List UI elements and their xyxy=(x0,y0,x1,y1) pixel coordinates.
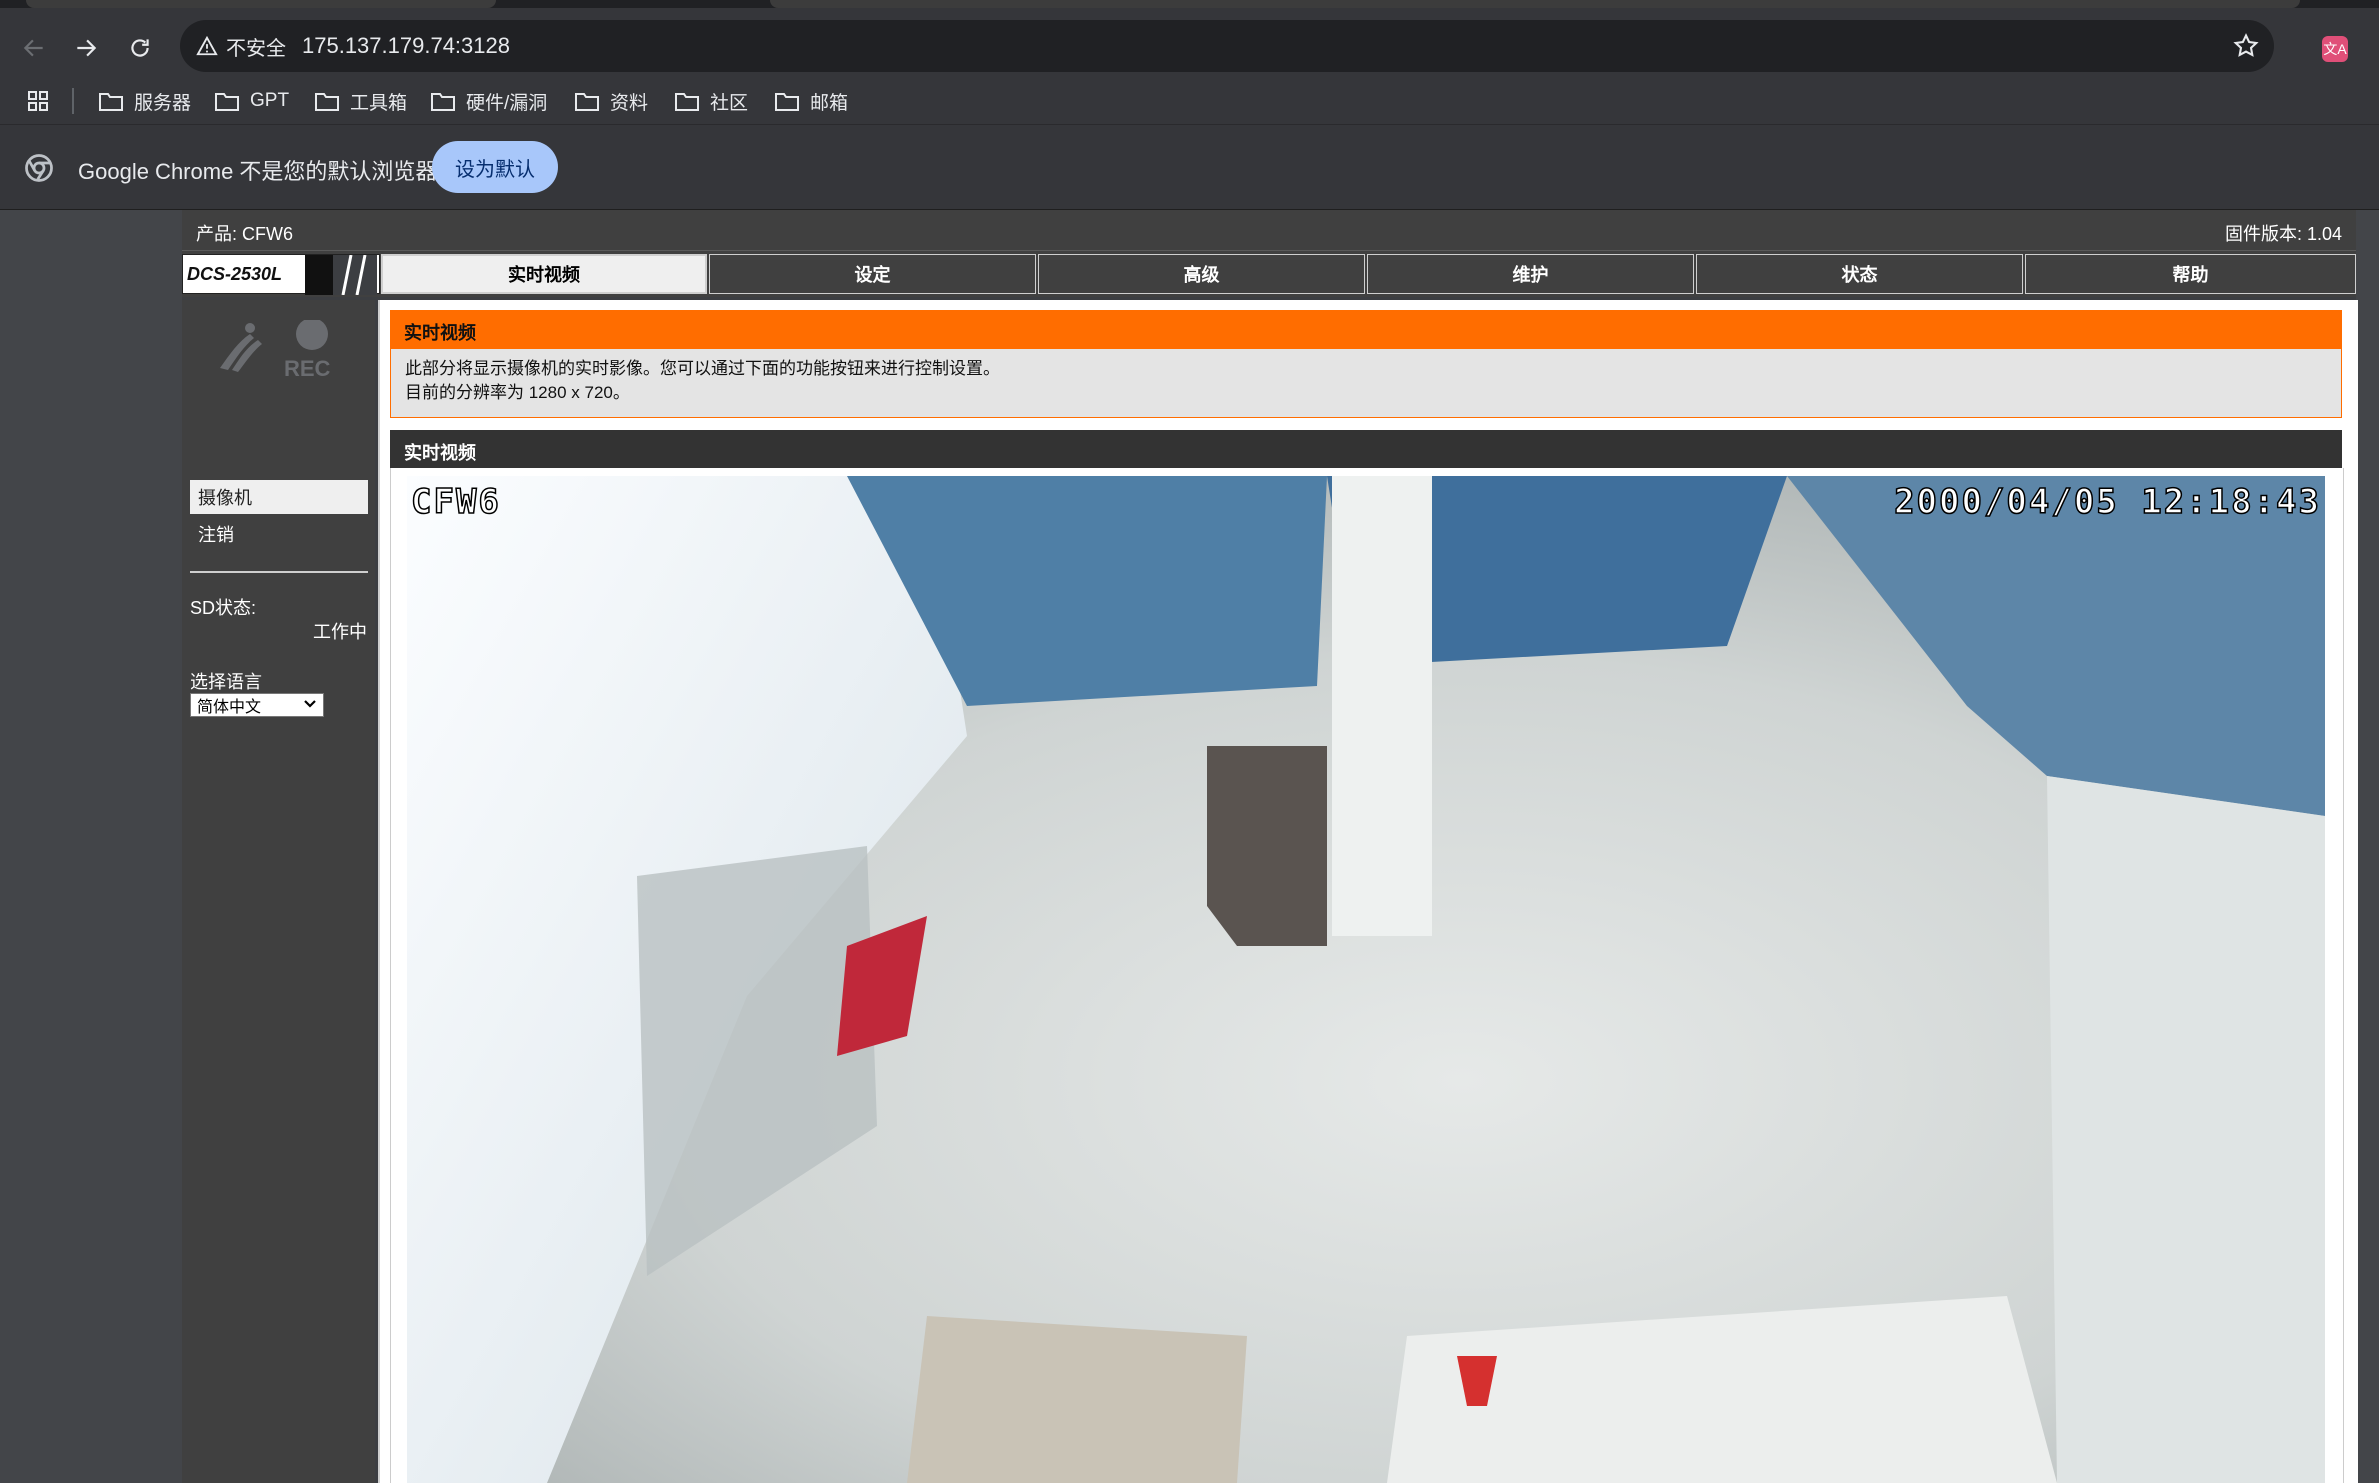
tab-advanced[interactable]: 高级 xyxy=(1038,254,1365,294)
infobar-message: Google Chrome 不是您的默认浏览器 xyxy=(78,159,438,184)
folder-icon xyxy=(315,93,339,111)
bookmark-folder[interactable]: 资料 xyxy=(574,87,648,115)
language-selected: 简体中文 xyxy=(197,699,262,716)
tab-help[interactable]: 帮助 xyxy=(2025,254,2356,294)
default-browser-infobar: Google Chrome 不是您的默认浏览器 设为默认 xyxy=(0,125,2379,210)
back-button[interactable] xyxy=(14,28,54,68)
bookmark-folder[interactable]: GPT xyxy=(214,87,289,115)
live-video-feed[interactable]: CFW6 2000/04/05 12:18:43 xyxy=(407,476,2325,1483)
firmware-version: 固件版本: 1.04 xyxy=(2224,224,2342,244)
model-logo: DCS-2530L xyxy=(182,254,380,295)
security-label: 不安全 xyxy=(226,37,286,60)
bookmark-star-icon[interactable] xyxy=(2232,32,2260,60)
sidebar-item-camera[interactable]: 摄像机 xyxy=(190,480,368,514)
chevron-down-icon xyxy=(304,700,316,708)
bookmarks-bar: 服务器 GPT 工具箱 硬件/漏洞 资料 社区 邮箱 xyxy=(0,78,2379,125)
folder-icon xyxy=(99,93,123,111)
sidebar-item-logout[interactable]: 注销 xyxy=(190,517,368,551)
rec-logo-icon: REC xyxy=(220,320,331,380)
browser-tab[interactable] xyxy=(770,0,2300,8)
bookmark-folder[interactable]: 硬件/漏洞 xyxy=(430,87,547,115)
apps-grid-icon[interactable] xyxy=(26,89,50,113)
browser-tab[interactable] xyxy=(26,0,496,8)
osd-timestamp: 2000/04/05 12:18:43 xyxy=(1893,481,2321,523)
translate-extension-icon[interactable]: 文A xyxy=(2322,36,2348,62)
set-default-button[interactable]: 设为默认 xyxy=(432,141,558,193)
bookmarks-separator xyxy=(72,88,74,114)
back-arrow-icon xyxy=(23,39,43,57)
main-content: 实时视频 此部分将显示摄像机的实时影像。您可以通过下面的功能按钮来进行控制设置。… xyxy=(378,300,2358,1483)
video-frame-image xyxy=(407,476,2325,1483)
tab-live-video[interactable]: 实时视频 xyxy=(381,254,707,294)
product-name: 产品: CFW6 xyxy=(196,224,293,244)
url-text[interactable]: 175.137.179.74:3128 xyxy=(302,33,510,59)
left-sidebar: REC 摄像机 注销 SD状态: 工作中 选择语言 简体中文 xyxy=(182,300,375,1483)
folder-icon xyxy=(675,93,699,111)
bookmark-folder[interactable]: 工具箱 xyxy=(314,87,407,115)
model-name: DCS-2530L xyxy=(187,264,283,284)
video-panel: CFW6 2000/04/05 12:18:43 xyxy=(390,468,2344,1483)
video-header: 实时视频 xyxy=(390,430,2342,468)
language-select[interactable]: 简体中文 xyxy=(190,693,324,717)
tab-status[interactable]: 状态 xyxy=(1696,254,2023,294)
window-top-strip xyxy=(0,0,2379,8)
browser-toolbar: 不安全 175.137.179.74:3128 文A xyxy=(0,8,2379,78)
sidebar-divider xyxy=(190,571,368,573)
chrome-logo-icon xyxy=(25,154,53,182)
folder-icon xyxy=(775,93,799,111)
folder-icon xyxy=(431,93,455,111)
description-line: 此部分将显示摄像机的实时影像。您可以通过下面的功能按钮来进行控制设置。 xyxy=(405,359,1000,378)
sd-status-value: 工作中 xyxy=(313,622,367,642)
main-nav: DCS-2530L 实时视频 设定 高级 维护 状态 帮助 xyxy=(182,251,2356,297)
bookmark-folder[interactable]: 服务器 xyxy=(98,87,191,115)
section-header: 实时视频 xyxy=(390,310,2342,348)
folder-icon xyxy=(575,93,599,111)
reload-icon xyxy=(131,39,149,57)
warning-icon xyxy=(196,35,218,56)
camera-ui-frame: 产品: CFW6 固件版本: 1.04 DCS-2530L 实时视频 设定 高级… xyxy=(182,210,2358,1483)
folder-icon xyxy=(215,93,239,111)
rec-logo-text: REC xyxy=(284,356,331,380)
product-bar: 产品: CFW6 固件版本: 1.04 xyxy=(182,210,2356,251)
forward-button[interactable] xyxy=(66,28,106,68)
osd-camera-name: CFW6 xyxy=(410,481,501,523)
language-label: 选择语言 xyxy=(190,672,262,692)
section-description: 此部分将显示摄像机的实时影像。您可以通过下面的功能按钮来进行控制设置。 目前的分… xyxy=(390,348,2342,418)
address-bar[interactable]: 不安全 175.137.179.74:3128 xyxy=(180,20,2274,72)
bookmark-folder[interactable]: 邮箱 xyxy=(774,87,848,115)
bookmark-folder[interactable]: 社区 xyxy=(674,87,748,115)
page-viewport: 产品: CFW6 固件版本: 1.04 DCS-2530L 实时视频 设定 高级… xyxy=(0,210,2379,1483)
tab-setup[interactable]: 设定 xyxy=(709,254,1036,294)
sd-status-label: SD状态: xyxy=(190,598,257,618)
logo-slash-decor xyxy=(333,255,377,295)
reload-button[interactable] xyxy=(120,28,160,68)
video-title: 实时视频 xyxy=(404,443,476,463)
resolution-line: 目前的分辨率为 1280 x 720。 xyxy=(405,383,630,402)
tab-maintenance[interactable]: 维护 xyxy=(1367,254,1694,294)
section-title: 实时视频 xyxy=(404,323,476,343)
site-info-chip[interactable]: 不安全 xyxy=(190,28,298,64)
logo-slash-decor xyxy=(305,255,335,295)
forward-arrow-icon xyxy=(77,39,97,57)
